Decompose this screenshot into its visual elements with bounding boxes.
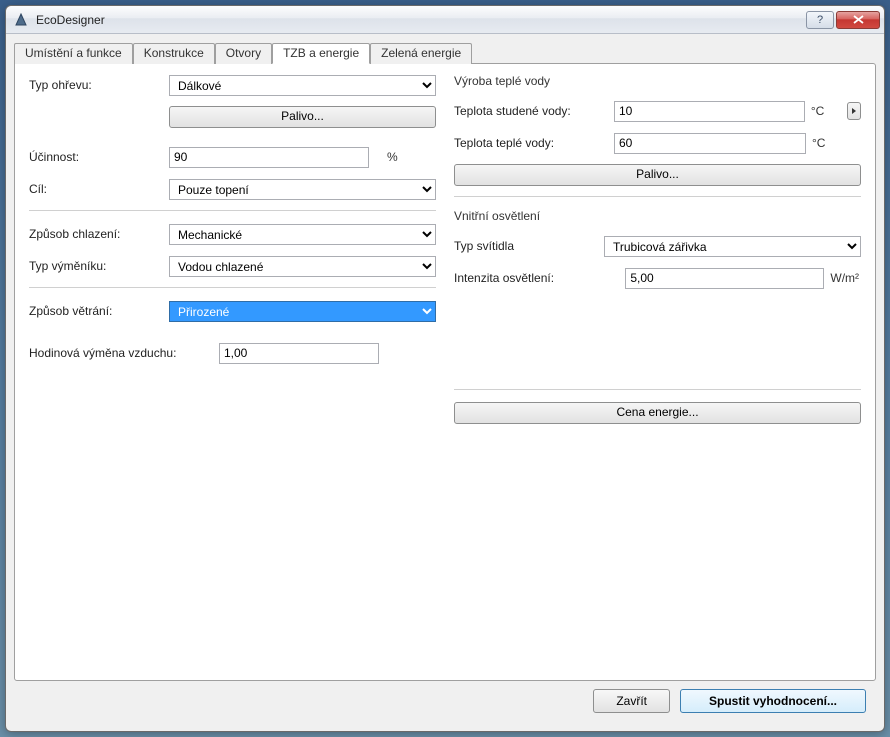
window-title: EcoDesigner — [36, 13, 804, 27]
exchanger-type-select[interactable]: Vodou chlazené — [169, 256, 436, 277]
target-label: Cíl: — [29, 182, 169, 196]
hot-temp-input[interactable] — [614, 133, 806, 154]
window-controls: ? — [804, 11, 880, 29]
tab-strip: Umístění a funkce Konstrukce Otvory TZB … — [14, 42, 876, 63]
run-evaluation-button[interactable]: Spustit vyhodnocení... — [680, 689, 866, 713]
fuel-button-left[interactable]: Palivo... — [169, 106, 436, 128]
energy-price-button[interactable]: Cena energie... — [454, 402, 861, 424]
lighting-intensity-label: Intenzita osvětlení: — [454, 271, 604, 285]
air-changes-label: Hodinová výměna vzduchu: — [29, 346, 219, 360]
tab-openings[interactable]: Otvory — [215, 43, 272, 64]
left-column: Typ ohřevu: Dálkové Palivo... Účinn — [29, 74, 436, 668]
window: EcoDesigner ? Umístění a funkce Konstruk… — [5, 5, 885, 732]
close-button[interactable] — [836, 11, 880, 29]
tab-green-energy[interactable]: Zelená energie — [370, 43, 472, 64]
separator — [29, 210, 436, 211]
hot-temp-unit: °C — [812, 136, 838, 150]
air-changes-row: Hodinová výměna vzduchu: — [29, 342, 436, 364]
cooling-mode-label: Způsob chlazení: — [29, 227, 169, 241]
cold-temp-unit: °C — [811, 104, 837, 118]
hotwater-section-title: Výroba teplé vody — [454, 74, 861, 88]
cooling-mode-row: Způsob chlazení: Mechanické — [29, 223, 436, 245]
energy-price-row: Cena energie... — [454, 402, 861, 424]
app-icon — [14, 12, 30, 28]
air-changes-input[interactable] — [219, 343, 379, 364]
ventilation-mode-row: Způsob větrání: Přirozené — [29, 300, 436, 322]
efficiency-unit: % — [387, 150, 421, 164]
flyout-button[interactable] — [847, 102, 861, 120]
separator — [29, 287, 436, 288]
lamp-type-row: Typ svítidla Trubicová zářivka — [454, 235, 861, 257]
cooling-mode-select[interactable]: Mechanické — [169, 224, 436, 245]
heating-type-label: Typ ohřevu: — [29, 78, 169, 92]
ventilation-mode-select[interactable]: Přirozené — [169, 301, 436, 322]
ventilation-mode-label: Způsob větrání: — [29, 304, 169, 318]
lighting-section-title: Vnitřní osvětlení — [454, 209, 861, 223]
separator — [454, 389, 861, 390]
efficiency-row: Účinnost: % — [29, 146, 436, 168]
tab-panel: Typ ohřevu: Dálkové Palivo... Účinn — [14, 63, 876, 681]
tab-location[interactable]: Umístění a funkce — [14, 43, 133, 64]
hot-temp-row: Teplota teplé vody: °C — [454, 132, 861, 154]
help-button[interactable]: ? — [806, 11, 834, 29]
close-dialog-button[interactable]: Zavřít — [593, 689, 670, 713]
hot-temp-label: Teplota teplé vody: — [454, 136, 614, 150]
lighting-intensity-row: Intenzita osvětlení: W/m² — [454, 267, 861, 289]
exchanger-type-row: Typ výměníku: Vodou chlazené — [29, 255, 436, 277]
lighting-intensity-input[interactable] — [625, 268, 824, 289]
efficiency-label: Účinnost: — [29, 150, 169, 164]
fuel-button-right-row: Palivo... — [454, 164, 861, 186]
fuel-button-row: Palivo... — [29, 106, 436, 128]
lighting-intensity-unit: W/m² — [830, 271, 861, 285]
cold-temp-label: Teplota studené vody: — [454, 104, 614, 118]
heating-type-select[interactable]: Dálkové — [169, 75, 436, 96]
exchanger-type-label: Typ výměníku: — [29, 259, 169, 273]
target-select[interactable]: Pouze topení — [169, 179, 436, 200]
efficiency-input[interactable] — [169, 147, 369, 168]
cold-temp-input[interactable] — [614, 101, 805, 122]
fuel-button-right[interactable]: Palivo... — [454, 164, 861, 186]
content-area: Umístění a funkce Konstrukce Otvory TZB … — [6, 34, 884, 731]
target-row: Cíl: Pouze topení — [29, 178, 436, 200]
footer: Zavřít Spustit vyhodnocení... — [14, 681, 876, 723]
lamp-type-select[interactable]: Trubicová zářivka — [604, 236, 861, 257]
cold-temp-row: Teplota studené vody: °C — [454, 100, 861, 122]
tab-construction[interactable]: Konstrukce — [133, 43, 215, 64]
separator — [454, 196, 861, 197]
heating-type-row: Typ ohřevu: Dálkové — [29, 74, 436, 96]
right-column: Výroba teplé vody Teplota studené vody: … — [454, 74, 861, 668]
titlebar: EcoDesigner ? — [6, 6, 884, 34]
lamp-type-label: Typ svítidla — [454, 239, 604, 253]
tab-tzb-energy[interactable]: TZB a energie — [272, 43, 370, 64]
